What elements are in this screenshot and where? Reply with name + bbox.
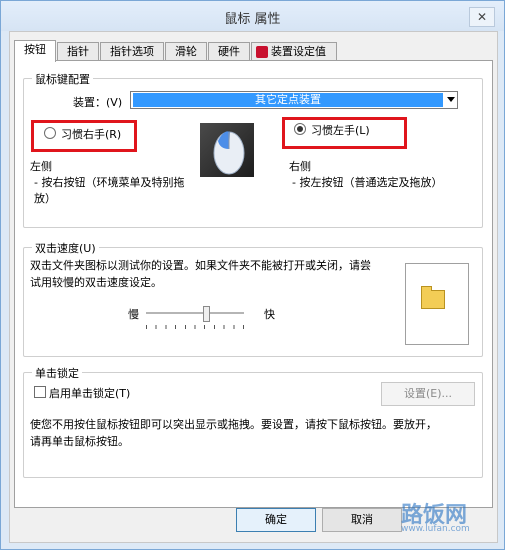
slider-slow-label: 慢 xyxy=(128,308,139,321)
left-hand-radio[interactable] xyxy=(294,123,306,135)
tab-wheel[interactable]: 滑轮 xyxy=(165,42,207,61)
tab-pointers[interactable]: 指针 xyxy=(57,42,99,61)
folder-tab xyxy=(421,286,432,291)
slider-track xyxy=(146,312,244,315)
click-lock-settings-button[interactable]: 设置(E)... xyxy=(381,382,475,406)
left-hand-label[interactable]: 习惯左手(L) xyxy=(311,122,370,138)
double-click-desc-line1: 双击文件夹图标以测试你的设置。如果文件夹不能被打开或关闭，请尝 xyxy=(30,259,371,272)
left-side-title: 左侧 xyxy=(30,160,52,173)
mouse-graphic xyxy=(213,131,245,175)
test-folder-box xyxy=(405,263,469,345)
right-hand-radio[interactable] xyxy=(44,127,56,139)
click-lock-desc-line1: 使您不用按住鼠标按钮即可以突出显示或拖拽。要设置，请按下鼠标按钮。要放开， xyxy=(30,418,437,431)
double-click-desc-line2: 试用较慢的双击速度设定。 xyxy=(30,276,162,289)
tab-device-settings[interactable]: 装置设定值 xyxy=(251,42,337,61)
buttons-panel: 鼠标键配置 装置：(V) 其它定点装置 习惯右手(R) 习惯左手(L) 左侧 -… xyxy=(14,60,493,508)
right-hand-label[interactable]: 习惯右手(R) xyxy=(61,126,121,142)
close-icon: ✕ xyxy=(476,10,488,24)
double-click-speed-slider[interactable] xyxy=(146,306,244,337)
chevron-down-icon xyxy=(447,97,455,102)
slider-thumb[interactable] xyxy=(203,306,210,322)
left-side-desc-line1: - 按右按钮（环境菜单及特别拖 xyxy=(34,176,185,189)
tab-hardware[interactable]: 硬件 xyxy=(208,42,250,61)
double-click-group: 双击速度(U) 双击文件夹图标以测试你的设置。如果文件夹不能被打开或关闭，请尝 … xyxy=(23,240,483,357)
tab-device-settings-label: 装置设定值 xyxy=(271,45,326,58)
mouse-icon xyxy=(200,123,254,177)
device-select-value: 其它定点装置 xyxy=(133,93,443,107)
slider-fast-label: 快 xyxy=(264,308,275,321)
button-config-group: 鼠标键配置 装置：(V) 其它定点装置 习惯右手(R) 习惯左手(L) 左侧 -… xyxy=(23,71,483,228)
right-side-title: 右侧 xyxy=(289,160,311,173)
device-label: 装置：(V) xyxy=(73,96,123,109)
folder-icon[interactable] xyxy=(421,286,445,309)
slider-ticks xyxy=(146,325,244,329)
close-button[interactable]: ✕ xyxy=(469,7,495,27)
double-click-label: 双击速度(U) xyxy=(32,240,99,256)
watermark-subtext: www.lufan.com xyxy=(401,524,470,534)
right-side-desc: - 按左按钮（普通选定及拖放） xyxy=(292,176,443,189)
watermark: 路饭网 www.lufan.com xyxy=(381,497,499,543)
tab-pointer-options[interactable]: 指针选项 xyxy=(100,42,164,61)
mouse-properties-window: 鼠标 属性 ✕ 按钮 指针 指针选项 滑轮 硬件 装置设定值 鼠标键配置 装置：… xyxy=(0,0,505,550)
left-side-desc-line2: 放） xyxy=(34,192,56,205)
device-select[interactable]: 其它定点装置 xyxy=(130,91,458,109)
window-title: 鼠标 属性 xyxy=(224,12,281,27)
tab-buttons[interactable]: 按钮 xyxy=(14,40,56,62)
ok-button[interactable]: 确定 xyxy=(236,508,316,532)
title-bar: 鼠标 属性 ✕ xyxy=(1,1,504,31)
click-lock-label: 单击锁定 xyxy=(32,365,82,381)
device-settings-icon xyxy=(256,46,268,58)
click-lock-group: 单击锁定 启用单击锁定(T) 设置(E)... 使您不用按住鼠标按钮即可以突出显… xyxy=(23,365,483,478)
click-lock-desc-line2: 请再单击鼠标按钮。 xyxy=(30,435,129,448)
dialog-client: 按钮 指针 指针选项 滑轮 硬件 装置设定值 鼠标键配置 装置：(V) 其它定点… xyxy=(9,31,498,543)
click-lock-checkbox[interactable] xyxy=(34,386,46,398)
click-lock-checkbox-label[interactable]: 启用单击锁定(T) xyxy=(49,385,130,401)
button-config-label: 鼠标键配置 xyxy=(32,71,93,87)
